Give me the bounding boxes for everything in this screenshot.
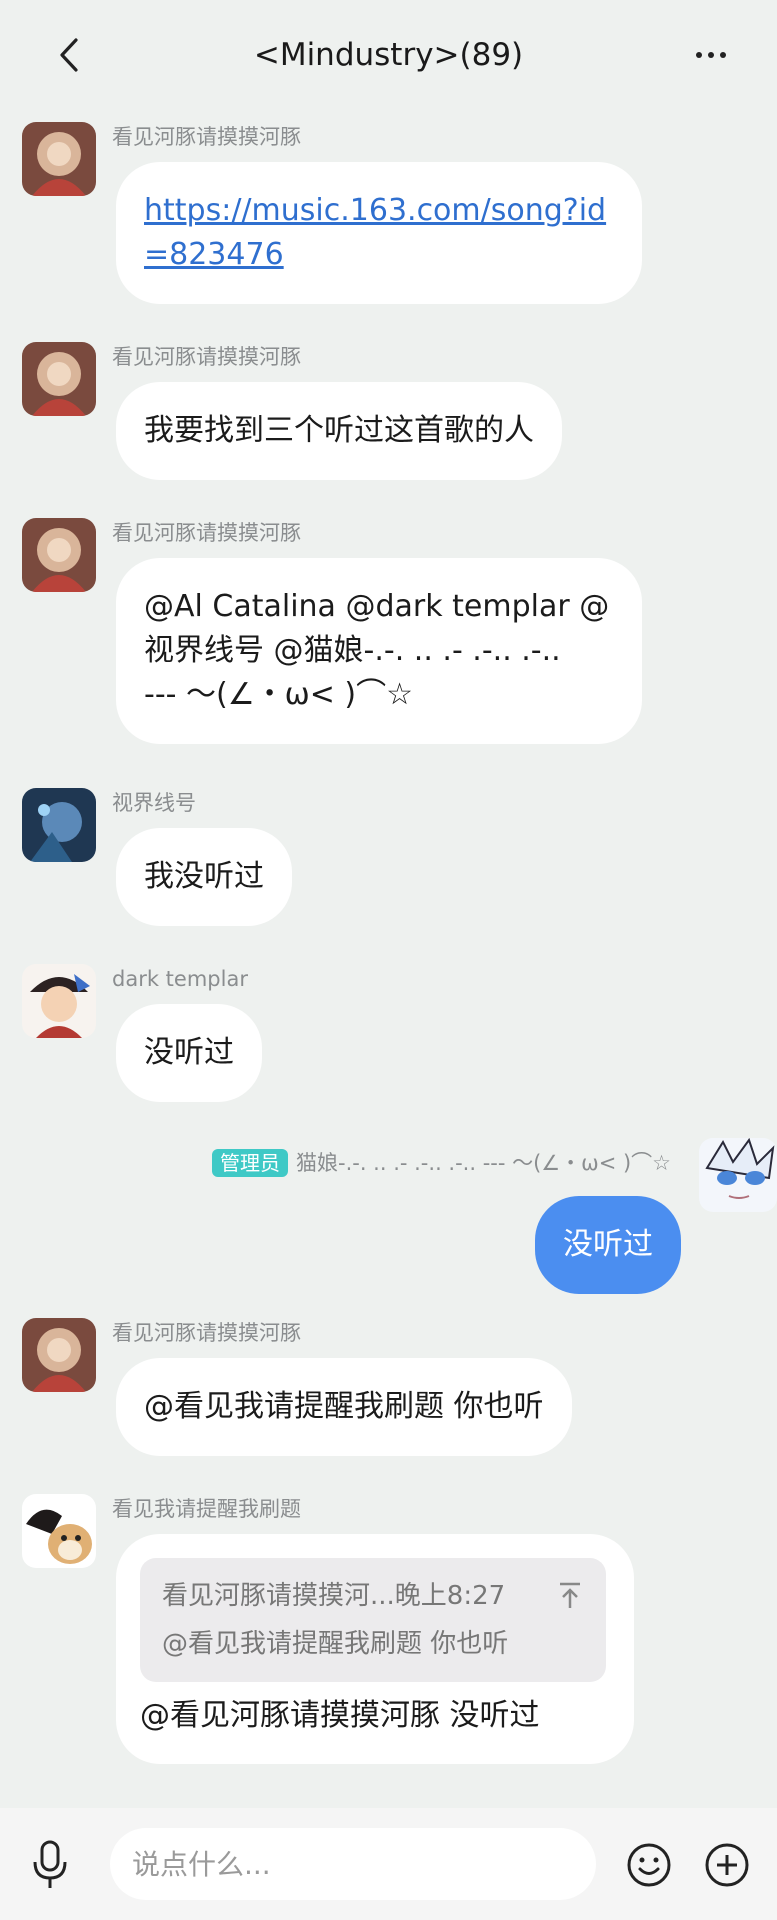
sender-name: 视界线号	[112, 791, 196, 815]
chat-title: <Mindustry>(89)	[253, 37, 524, 73]
input-bar	[0, 1808, 777, 1920]
sender-name: 看见河豚请摸摸河豚	[112, 1321, 301, 1345]
sender-line: 管理员 猫娘-.-. .. .- .-.. .-.. --- ～(∠・ω< )⌒…	[212, 1148, 671, 1178]
more-options-icon[interactable]	[681, 30, 741, 80]
quote-text: @看见我请提醒我刷题 你也听	[162, 1629, 509, 1659]
microphone-icon[interactable]	[30, 1838, 70, 1892]
quoted-message[interactable]: 看见河豚请摸摸河...晚上8:27 @看见我请提醒我刷题 你也听	[140, 1558, 606, 1682]
sender-name: 看见河豚请摸摸河豚	[112, 521, 301, 545]
admin-badge: 管理员	[212, 1149, 288, 1177]
quote-header: 看见河豚请摸摸河...晚上8:27	[162, 1581, 506, 1611]
message-line: 视界线号 @猫娘-.-. .. .- .-.. .-..	[144, 633, 561, 668]
sender-name: 看见我请提醒我刷题	[112, 1497, 301, 1521]
avatar[interactable]	[22, 518, 96, 592]
sender-name: 猫娘-.-. .. .- .-.. .-.. --- ～(∠・ω< )⌒☆	[296, 1151, 671, 1175]
link-message-bubble[interactable]: https://music.163.com/song?id =823476	[116, 162, 642, 304]
message-bubble[interactable]: 没听过	[535, 1196, 681, 1294]
avatar[interactable]	[22, 788, 96, 862]
avatar[interactable]	[22, 1494, 96, 1568]
chat-header: <Mindustry>(89)	[0, 0, 777, 112]
emoji-icon[interactable]	[626, 1842, 672, 1888]
avatar[interactable]	[22, 342, 96, 416]
message-bubble[interactable]: 我没听过	[116, 828, 292, 926]
avatar[interactable]	[22, 964, 96, 1038]
sender-name: 看见河豚请摸摸河豚	[112, 125, 301, 149]
message-list[interactable]: 看见河豚请摸摸河豚 https://music.163.com/song?id …	[0, 112, 777, 1808]
jump-to-original-icon[interactable]	[556, 1580, 584, 1612]
sender-name: dark templar	[112, 967, 248, 991]
message-line: @Al Catalina @dark templar @	[144, 589, 610, 624]
message-text: @看见河豚请摸摸河豚 没听过	[140, 1698, 540, 1733]
message-bubble[interactable]: 没听过	[116, 1004, 262, 1102]
message-bubble[interactable]: 看见河豚请摸摸河...晚上8:27 @看见我请提醒我刷题 你也听 @看见河豚请摸…	[116, 1534, 634, 1764]
message-input[interactable]	[110, 1828, 596, 1900]
avatar[interactable]	[22, 122, 96, 196]
add-icon[interactable]	[704, 1842, 750, 1888]
avatar[interactable]	[699, 1138, 777, 1212]
sender-name: 看见河豚请摸摸河豚	[112, 345, 301, 369]
message-bubble[interactable]: @Al Catalina @dark templar @ 视界线号 @猫娘-.-…	[116, 558, 642, 744]
message-bubble[interactable]: 我要找到三个听过这首歌的人	[116, 382, 562, 480]
message-bubble[interactable]: @看见我请提醒我刷题 你也听	[116, 1358, 572, 1456]
link-line[interactable]: =823476	[144, 233, 614, 277]
link-line[interactable]: https://music.163.com/song?id	[144, 189, 614, 233]
avatar[interactable]	[22, 1318, 96, 1392]
message-line: --- ～(∠・ω< )⌒☆	[144, 677, 414, 712]
